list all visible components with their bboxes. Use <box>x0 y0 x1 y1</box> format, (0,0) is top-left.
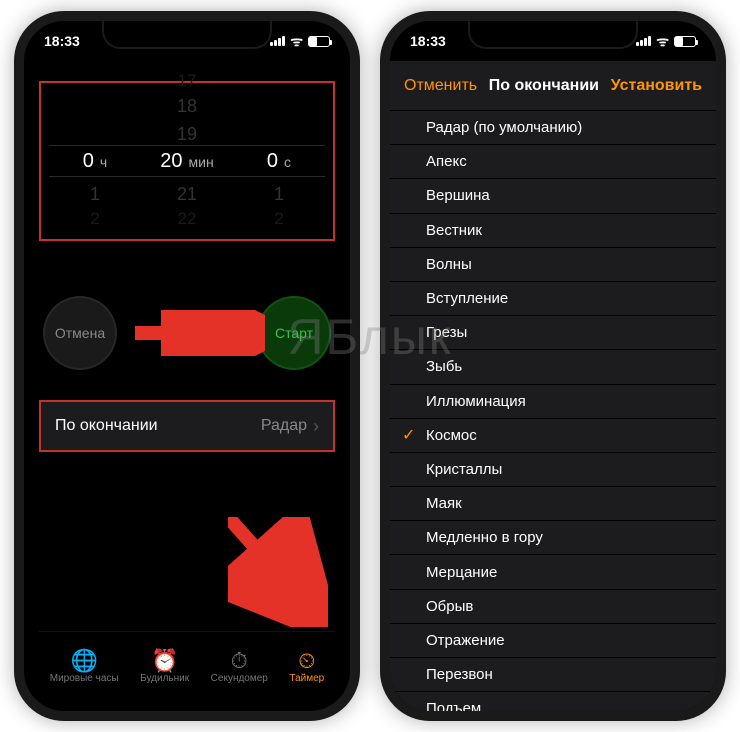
arrow-annotation <box>135 310 265 356</box>
end-value: Радар <box>261 417 307 435</box>
sound-label: Мерцание <box>426 564 497 581</box>
sound-option[interactable]: Вступление <box>390 282 716 316</box>
sound-label: Грезы <box>426 324 467 341</box>
set-button[interactable]: Установить <box>611 77 702 95</box>
tab-alarm[interactable]: ⏰Будильник <box>140 649 189 684</box>
wifi-icon: ᯤ <box>656 32 669 51</box>
tab-timer[interactable]: ⏲Таймер <box>289 649 324 684</box>
sound-label: Отражение <box>426 632 505 649</box>
tab-stopwatch[interactable]: ⏱Секундомер <box>211 649 268 684</box>
highlight-picker: 1 2 17 18 19 21 22 1 2 <box>39 81 335 241</box>
sound-label: Обрыв <box>426 598 473 615</box>
wifi-icon: ᯤ <box>290 32 303 51</box>
arrow-annotation <box>228 517 328 627</box>
cancel-button[interactable]: Отмена <box>43 296 117 370</box>
phone-sound-picker: 18:33 ᯤ Отменить По окончании Установить… <box>380 11 726 721</box>
checkmark-icon: ✓ <box>402 425 415 445</box>
when-timer-ends-row[interactable]: По окончании Радар › <box>41 402 333 450</box>
globe-icon: 🌐 <box>50 649 119 673</box>
sound-option[interactable]: Вестник <box>390 214 716 248</box>
sound-option[interactable]: Перезвон <box>390 658 716 692</box>
sound-label: Иллюминация <box>426 393 526 410</box>
sound-option[interactable]: Кристаллы <box>390 453 716 487</box>
end-label: По окончании <box>55 417 158 435</box>
sound-option[interactable]: Радар (по умолчанию) <box>390 111 716 145</box>
highlight-end-row: По окончании Радар › <box>39 400 335 452</box>
sound-label: Перезвон <box>426 666 493 683</box>
battery-icon <box>674 36 696 47</box>
tab-bar: 🌐Мировые часы ⏰Будильник ⏱Секундомер ⏲Та… <box>39 631 335 701</box>
status-time: 18:33 <box>410 33 446 49</box>
timer-icon: ⏲ <box>289 649 324 673</box>
notch <box>102 21 272 49</box>
start-button[interactable]: Старт <box>257 296 331 370</box>
modal-title: По окончании <box>489 77 599 95</box>
sound-label: Маяк <box>426 495 462 512</box>
sound-label: Подъем <box>426 700 481 711</box>
signal-icon <box>270 36 285 46</box>
sound-label: Вершина <box>426 187 490 204</box>
tab-world-clock[interactable]: 🌐Мировые часы <box>50 649 119 684</box>
signal-icon <box>636 36 651 46</box>
sound-option[interactable]: ✓ Космос <box>390 419 716 453</box>
sound-option[interactable]: Маяк <box>390 487 716 521</box>
sound-label: Медленно в гору <box>426 529 543 546</box>
cancel-button[interactable]: Отменить <box>404 77 477 95</box>
battery-icon <box>308 36 330 47</box>
sound-label: Волны <box>426 256 472 273</box>
sound-option[interactable]: Обрыв <box>390 590 716 624</box>
sound-option[interactable]: Волны <box>390 248 716 282</box>
chevron-right-icon: › <box>313 416 319 437</box>
sound-option[interactable]: Апекс <box>390 145 716 179</box>
sound-label: Апекс <box>426 153 467 170</box>
phone-timer: 18:33 ᯤ 1 2 17 18 19 <box>14 11 360 721</box>
sound-option[interactable]: Мерцание <box>390 555 716 589</box>
sound-list[interactable]: Радар (по умолчанию) Апекс Вершина Вестник В… <box>390 111 716 711</box>
alarm-icon: ⏰ <box>140 649 189 673</box>
sound-label: Кристаллы <box>426 461 502 478</box>
sound-label: Вступление <box>426 290 508 307</box>
modal-header: Отменить По окончании Установить <box>390 61 716 111</box>
sound-option[interactable]: Медленно в гору <box>390 521 716 555</box>
sound-option[interactable]: Вершина <box>390 179 716 213</box>
sound-option[interactable]: Подъем <box>390 692 716 711</box>
duration-picker[interactable]: 1 2 17 18 19 21 22 1 2 <box>49 93 325 229</box>
sound-option[interactable]: Отражение <box>390 624 716 658</box>
sound-option[interactable]: Иллюминация <box>390 385 716 419</box>
sound-label: Зыбь <box>426 358 462 375</box>
sound-label: Радар (по умолчанию) <box>426 119 582 136</box>
notch <box>468 21 638 49</box>
sound-option[interactable]: Зыбь <box>390 350 716 384</box>
sound-label: Космос <box>426 427 477 444</box>
sound-label: Вестник <box>426 222 482 239</box>
stopwatch-icon: ⏱ <box>211 649 268 673</box>
sound-option[interactable]: Грезы <box>390 316 716 350</box>
status-time: 18:33 <box>44 33 80 49</box>
